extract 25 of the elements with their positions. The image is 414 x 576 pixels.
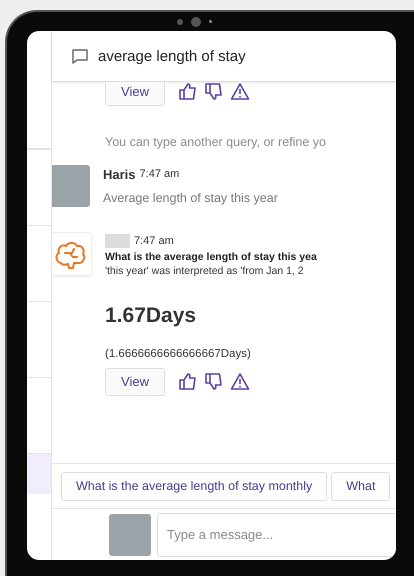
thumbs-down-icon[interactable] xyxy=(204,82,223,101)
message-text: Average length of stay this year xyxy=(103,191,278,205)
result-value: 1.67Days xyxy=(105,304,198,328)
message-input[interactable]: Type a message... xyxy=(157,512,396,556)
warning-icon[interactable] xyxy=(230,82,250,101)
exact-value: (1.6666666666666667Days) xyxy=(105,348,252,360)
suggestion-chip[interactable]: What xyxy=(331,472,390,500)
thumbs-down-icon[interactable] xyxy=(204,372,223,391)
thumbs-up-icon[interactable] xyxy=(178,372,197,391)
conversation-title: average length of stay xyxy=(98,48,246,64)
avatar-photo-placeholder xyxy=(109,514,151,556)
author-name: Haris xyxy=(103,166,136,182)
view-button[interactable]: View xyxy=(105,82,165,106)
question-text: What is the average length of stay this yea xyxy=(105,251,317,263)
redacted-name xyxy=(105,234,130,248)
message-time: 7:47 am xyxy=(140,168,180,180)
thumbs-up-icon[interactable] xyxy=(178,82,197,101)
warning-icon[interactable] xyxy=(230,372,250,391)
chat-bubble-icon xyxy=(71,48,89,64)
view-button[interactable]: View xyxy=(105,368,165,396)
suggestion-chip[interactable]: What is the average length of stay monthly xyxy=(61,472,328,500)
message-time: 7:47 am xyxy=(134,235,174,247)
interpretation-text: 'this year' was interpreted as 'from Jan 1, 2 xyxy=(105,265,305,277)
hint-text: You can type another query, or refine yo xyxy=(105,135,327,149)
avatar-photo-placeholder xyxy=(52,165,90,207)
